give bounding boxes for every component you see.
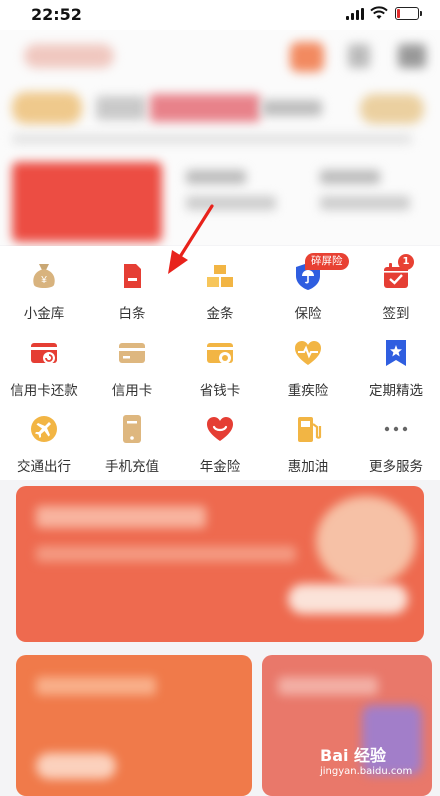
fuel-pump-icon [298, 417, 322, 442]
grid-item-label: 惠加油 [287, 459, 329, 475]
grid-item-fuel[interactable]: 惠加油 [264, 399, 352, 475]
grid-item-qiandao[interactable]: 签到 [352, 246, 440, 322]
grid-item-label: 更多服务 [369, 459, 423, 475]
annotation-arrow-icon [168, 204, 214, 274]
insurance-promo-tag: 碎屏险 [305, 253, 349, 270]
grid-item-phone-recharge[interactable]: 手机充值 [88, 399, 176, 475]
grid-item-more-services[interactable]: 更多服务 [352, 399, 440, 475]
more-dots-icon [384, 426, 408, 432]
grid-item-label: 年金险 [199, 459, 241, 475]
svg-text:¥: ¥ [40, 275, 47, 286]
baidu-watermark: Bai 经验 jingyan.baidu.com [320, 742, 412, 777]
grid-item-label: 金条 [206, 306, 234, 322]
grid-item-label: 省钱卡 [199, 383, 241, 399]
status-bar: 22:52 [0, 0, 440, 30]
grid-item-label: 信用卡还款 [10, 383, 78, 399]
grid-item-label: 交通出行 [17, 459, 71, 475]
heart-pulse-icon [295, 341, 321, 365]
grid-item-annuity[interactable]: 年金险 [176, 399, 264, 475]
blurred-header-area [0, 30, 440, 245]
promo-banner-blurred[interactable] [16, 486, 424, 642]
grid-item-label: 小金库 [23, 306, 65, 322]
credit-card-icon [119, 343, 145, 363]
grid-item-credit-card[interactable]: 信用卡 [88, 323, 176, 399]
coupon-card-icon [207, 343, 233, 364]
grid-item-label: 定期精选 [369, 383, 423, 399]
card-refresh-icon [31, 343, 57, 364]
signin-badge: 1 [398, 254, 414, 270]
watermark-url: jingyan.baidu.com [320, 766, 413, 777]
bookmark-star-icon [386, 340, 406, 366]
heart-icon [207, 417, 233, 441]
grid-item-travel[interactable]: 交通出行 [0, 399, 88, 475]
grid-item-fixed-term[interactable]: 定期精选 [352, 323, 440, 399]
battery-icon [395, 7, 422, 20]
grid-item-xiaojinku[interactable]: ¥ 小金库 [0, 246, 88, 322]
signal-icon [346, 8, 364, 20]
grid-item-label: 重疾险 [287, 383, 329, 399]
phone-icon [123, 415, 141, 443]
wifi-icon [370, 6, 388, 19]
grid-item-label: 信用卡 [111, 383, 153, 399]
grid-item-critical-illness[interactable]: 重疾险 [264, 323, 352, 399]
grid-item-label: 白条 [118, 306, 146, 322]
service-grid: ¥ 小金库 白条 金条 保险 签到 信用卡还款 信用卡 省钱卡 重疾险 定期精选… [0, 246, 440, 480]
airplane-icon [31, 416, 57, 442]
watermark-brand: Bai 经验 [320, 746, 387, 765]
grid-item-label: 签到 [382, 306, 410, 322]
card-icon [124, 264, 141, 288]
status-time: 22:52 [31, 5, 82, 24]
money-bag-icon: ¥ [33, 264, 55, 288]
grid-item-label: 手机充值 [105, 459, 159, 475]
promo-card-left-blurred[interactable] [16, 655, 252, 796]
grid-item-saving-card[interactable]: 省钱卡 [176, 323, 264, 399]
grid-item-credit-repay[interactable]: 信用卡还款 [0, 323, 88, 399]
grid-item-label: 保险 [294, 306, 322, 322]
